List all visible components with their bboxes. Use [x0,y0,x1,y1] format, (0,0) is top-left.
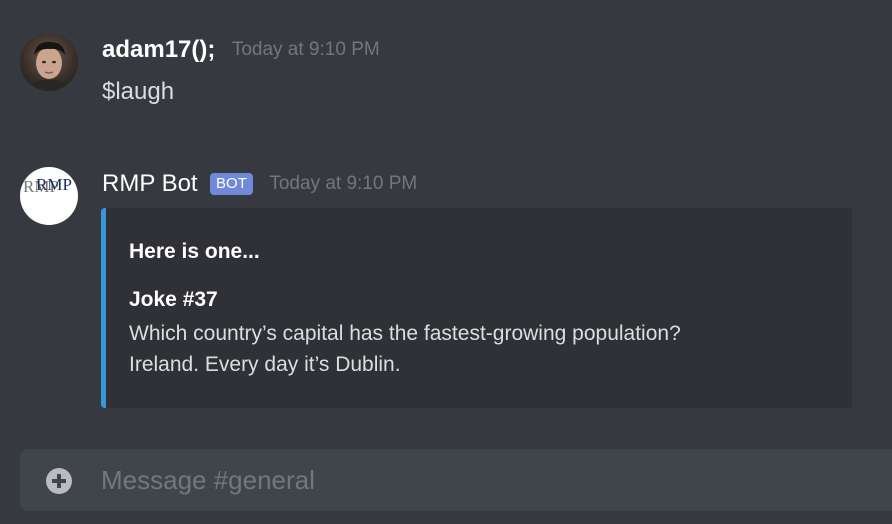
message-item: RMP RMP RMP Bot BOT Today at 9:10 PM Her… [0,0,892,430]
rmp-logo-icon: RMP RMP [23,175,72,196]
bot-tag-badge: BOT [210,173,253,195]
username[interactable]: RMP Bot [102,170,198,197]
embed-field-name: Joke #37 [129,288,218,311]
bot-avatar[interactable]: RMP RMP [20,167,78,225]
message-header: RMP Bot BOT Today at 9:10 PM [102,170,417,198]
plus-circle-icon[interactable] [46,468,72,494]
bot-avatar-text-overlay: RMP [36,175,72,194]
embed-field-line: Ireland. Every day it’s Dublin. [129,353,401,376]
embed-field-line: Which country’s capital has the fastest-… [129,322,681,345]
embed-title: Here is one... [129,240,260,263]
message-timestamp: Today at 9:10 PM [269,173,418,194]
embed-field-value: Which country’s capital has the fastest-… [129,318,829,380]
message-input[interactable] [101,462,861,498]
message-composer [20,449,892,511]
message-embed: Here is one... Joke #37 Which country’s … [101,208,852,408]
